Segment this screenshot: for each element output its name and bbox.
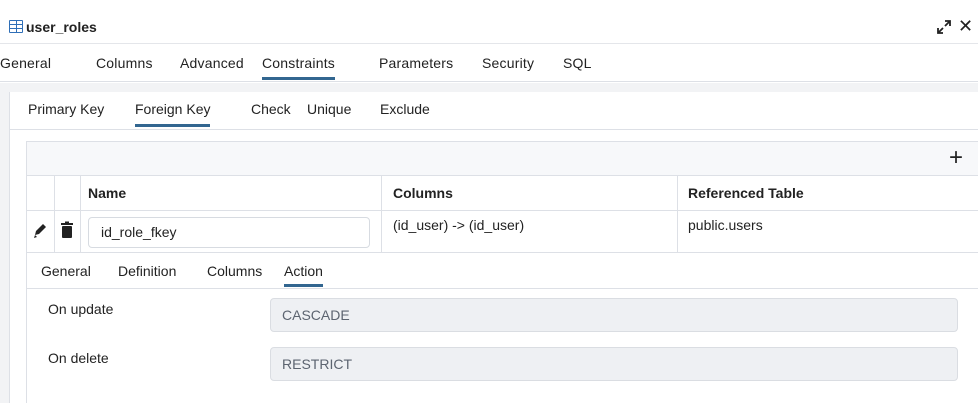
close-icon[interactable]: ✕ [958,17,973,35]
tab-general[interactable]: General [0,45,51,82]
dialog-title-bar: user_roles ✕ [0,0,978,44]
tab-check[interactable]: Check [251,92,291,130]
expand-icon[interactable] [936,19,952,35]
tab-parameters[interactable]: Parameters [379,45,453,82]
row-detail-panel: General Definition Columns Action On upd… [27,253,978,403]
tab-constraints[interactable]: Constraints [262,45,336,82]
table-icon [9,20,23,33]
constraint-name-input[interactable]: id_role_fkey [88,217,370,248]
on-update-field[interactable]: CASCADE [270,298,958,332]
tab-primary-key[interactable]: Primary Key [28,92,104,130]
detail-tab-definition[interactable]: Definition [118,253,176,289]
tab-unique[interactable]: Unique [307,92,351,130]
row-columns-value: (id_user) -> (id_user) [393,217,525,233]
detail-tab-action[interactable]: Action [284,253,323,289]
detail-tab-general[interactable]: General [41,253,91,289]
grid-toolbar: + [27,142,978,176]
row-referenced-table-value: public.users [688,217,763,233]
on-delete-field[interactable]: RESTRICT [270,347,958,381]
on-delete-label: On delete [48,350,109,366]
dialog-title: user_roles [26,19,97,35]
constraint-tab-bar: Primary Key Foreign Key Check Unique Exc… [10,92,978,130]
constraints-panel: Primary Key Foreign Key Check Unique Exc… [9,92,978,403]
tab-advanced[interactable]: Advanced [180,45,244,82]
grid-header: Name Columns Referenced Table [27,176,978,211]
column-header-columns: Columns [393,185,453,201]
tab-sql[interactable]: SQL [563,45,592,82]
tab-columns[interactable]: Columns [96,45,153,82]
top-band [0,0,978,10]
on-update-label: On update [48,301,114,317]
detail-tab-columns[interactable]: Columns [207,253,262,289]
main-tab-bar: General Columns Advanced Constraints Par… [0,45,978,82]
foreign-key-grid: + Name Columns Referenced Table id_role_… [26,141,978,403]
column-header-name: Name [88,185,127,201]
column-header-referenced-table: Referenced Table [688,185,804,201]
tab-exclude[interactable]: Exclude [380,92,430,130]
delete-icon[interactable] [60,221,74,239]
tab-security[interactable]: Security [482,45,534,82]
add-row-button[interactable]: + [942,145,970,173]
dialog-content: Primary Key Foreign Key Check Unique Exc… [0,83,978,403]
table-row[interactable]: id_role_fkey (id_user) -> (id_user) publ… [27,211,978,253]
edit-icon[interactable] [33,221,47,239]
tab-foreign-key[interactable]: Foreign Key [135,92,211,130]
detail-tab-bar: General Definition Columns Action [27,253,978,289]
